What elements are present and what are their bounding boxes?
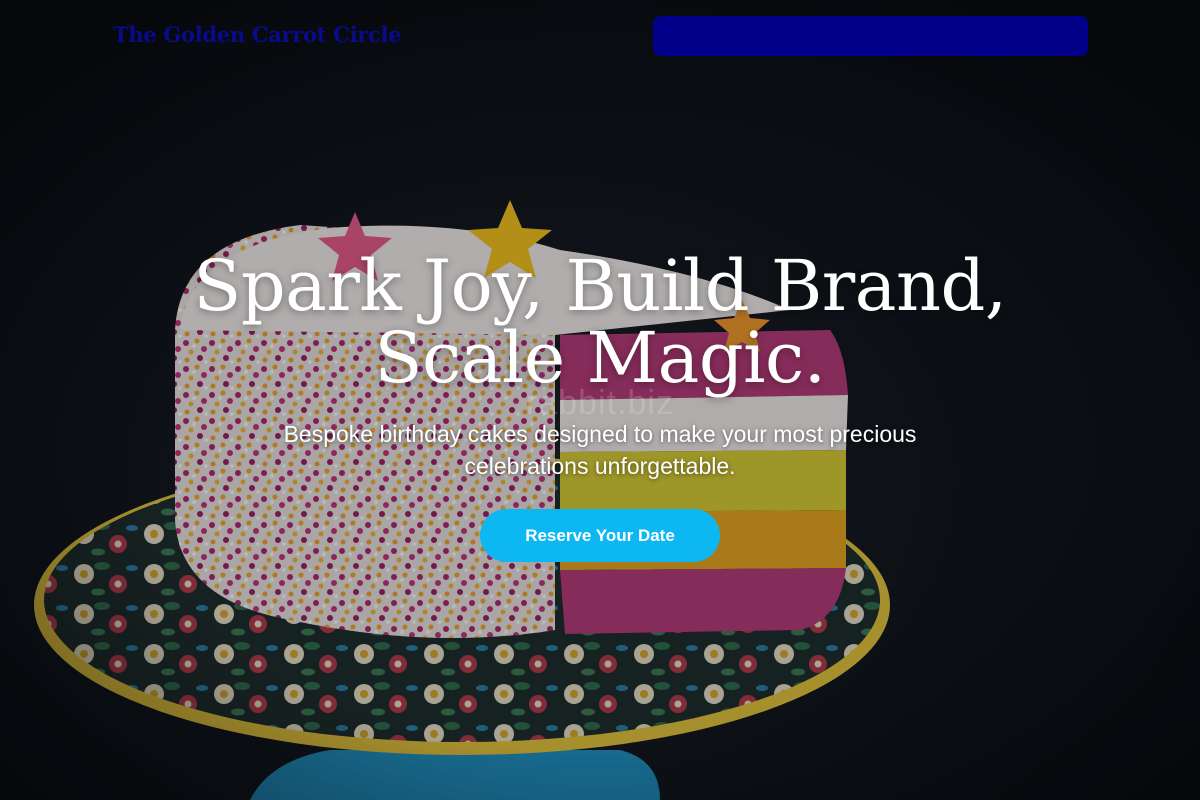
site-header: The Golden Carrot Circle — [0, 0, 1200, 74]
main-navigation[interactable] — [653, 16, 1088, 56]
reserve-date-button[interactable]: Reserve Your Date — [480, 509, 720, 562]
landing-page: rabbit.biz The Golden Carrot Circle Spar… — [0, 0, 1200, 800]
hero-subtitle: Bespoke birthday cakes designed to make … — [283, 421, 917, 479]
hero-title: Spark Joy, Build Brand, Scale Magic. — [193, 245, 1007, 399]
brand-logo[interactable]: The Golden Carrot Circle — [113, 22, 402, 47]
